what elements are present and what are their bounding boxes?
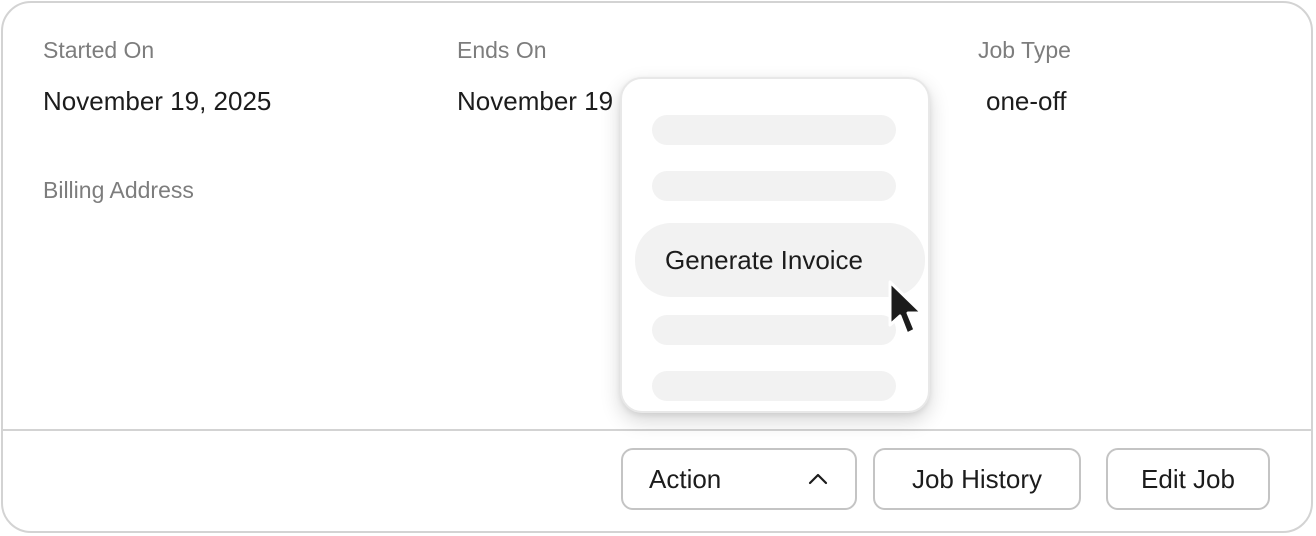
ends-on-value: November 19: [457, 86, 614, 116]
job-type-label: Job Type: [978, 37, 1071, 63]
ends-on-label: Ends On: [457, 37, 547, 63]
action-menu: Generate Invoice: [620, 77, 930, 413]
menu-item-placeholder[interactable]: [652, 115, 896, 145]
job-history-button-label: Job History: [911, 463, 1043, 494]
edit-job-button-label: Edit Job: [1141, 463, 1235, 494]
footer-divider: [3, 429, 1311, 431]
started-on-value: November 19, 2025: [43, 86, 272, 116]
billing-address-label: Billing Address: [43, 177, 194, 203]
menu-item-placeholder[interactable]: [652, 171, 896, 201]
started-on-label: Started On: [43, 37, 155, 63]
generate-invoice-label: Generate Invoice: [665, 244, 864, 275]
action-dropdown-button[interactable]: Action: [621, 448, 857, 510]
action-button-label: Action: [649, 463, 722, 494]
generate-invoice-menu-item[interactable]: Generate Invoice: [635, 223, 925, 297]
job-history-button[interactable]: Job History: [873, 448, 1081, 510]
chevron-up-icon: [808, 473, 828, 485]
job-details-card: Started On November 19, 2025 Ends On Nov…: [1, 1, 1313, 533]
edit-job-button[interactable]: Edit Job: [1106, 448, 1270, 510]
menu-item-placeholder[interactable]: [652, 371, 896, 401]
mouse-pointer-icon: [888, 280, 924, 336]
menu-item-placeholder[interactable]: [652, 315, 896, 345]
job-type-value: one-off: [986, 86, 1067, 116]
